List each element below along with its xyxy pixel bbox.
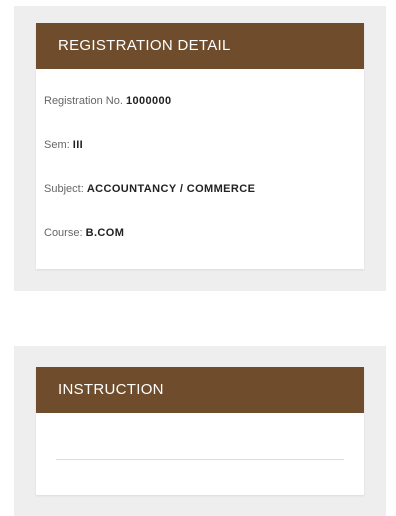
registration-header: REGISTRATION DETAIL (36, 23, 364, 69)
semester-row: Sem: III (44, 123, 364, 167)
course-label: Course: (44, 227, 83, 239)
registration-card: REGISTRATION DETAIL Registration No. 100… (14, 6, 386, 291)
instruction-card: INSTRUCTION (14, 346, 386, 516)
registration-panel: REGISTRATION DETAIL Registration No. 100… (36, 23, 364, 269)
registration-number-value: 1000000 (125, 95, 172, 107)
course-value: B.COM (85, 227, 125, 239)
registration-number-row: Registration No. 1000000 (44, 79, 364, 123)
registration-fields: Registration No. 1000000 Sem: III Subjec… (36, 69, 364, 255)
instruction-divider (56, 459, 344, 460)
instruction-header: INSTRUCTION (36, 367, 364, 413)
subject-value: ACCOUNTANCY / COMMERCE (86, 183, 256, 195)
subject-label: Subject: (44, 183, 84, 195)
registration-number-label: Registration No. (44, 95, 123, 107)
instruction-panel: INSTRUCTION (36, 367, 364, 495)
semester-label: Sem: (44, 139, 70, 151)
subject-row: Subject: ACCOUNTANCY / COMMERCE (44, 167, 364, 211)
course-row: Course: B.COM (44, 211, 364, 255)
semester-value: III (72, 139, 84, 151)
